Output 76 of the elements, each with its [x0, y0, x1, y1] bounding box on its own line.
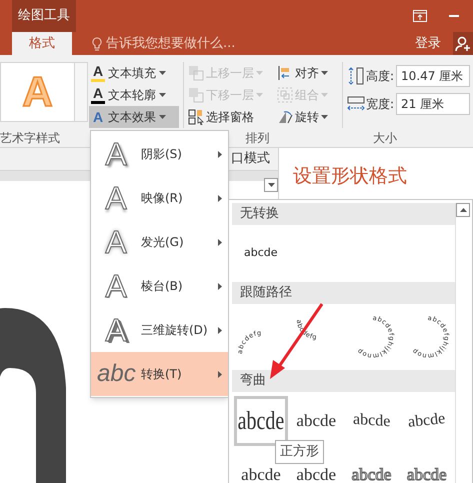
menu-item[interactable]: A 发光(G) [91, 220, 228, 264]
text-format-button[interactable]: A 文本填充 [89, 62, 179, 84]
size-field[interactable]: 10.47 厘米 [396, 65, 470, 87]
warp-preview[interactable]: abcde [344, 396, 398, 446]
submenu-arrow-icon [218, 282, 222, 290]
menu-item[interactable]: A 阴影(S) [91, 132, 228, 176]
letter-icon: A [91, 110, 105, 124]
effect-icon: A [97, 314, 135, 346]
menu-item-label: 阴影(S) [141, 146, 183, 163]
pane-title: 设置形状格式 [293, 165, 407, 187]
effect-icon: A [97, 138, 135, 170]
size-label: 高度: [366, 68, 394, 85]
menu-item[interactable]: abc 转换(T) [91, 352, 228, 396]
add-user-icon [455, 36, 471, 52]
effect-icon: A [97, 226, 135, 258]
submenu-arrow-icon [218, 194, 222, 202]
context-tab-label: 绘图工具 [12, 0, 76, 32]
gallery-scrollbar[interactable] [455, 203, 470, 483]
warp-preview[interactable]: abcde [400, 396, 454, 446]
sign-in-link[interactable]: 登录 [415, 32, 441, 55]
plain-text-preview[interactable]: abcde [244, 241, 292, 266]
effect-icon: abc [97, 362, 135, 386]
menu-item-label: 转换(T) [141, 366, 183, 383]
menu-item-label: 棱台(B) [141, 278, 184, 295]
menu-item-label: 三维旋转(D) [141, 322, 209, 339]
group-label: 大小 [372, 130, 398, 146]
submenu-arrow-icon [218, 326, 222, 334]
arrange-button[interactable]: 旋转 [277, 106, 338, 128]
submenu-arrow-icon [218, 238, 222, 246]
scroll-up-icon [460, 208, 466, 212]
menu-item[interactable]: A 映像(R) [91, 176, 228, 220]
group-label: 排列 [244, 130, 270, 146]
effect-icon: A [97, 182, 135, 214]
caret-icon [159, 93, 166, 97]
share-button[interactable] [453, 32, 473, 55]
view-mode-label: 口模式 [231, 150, 270, 168]
width-icon [347, 95, 365, 113]
caret-icon [268, 183, 274, 187]
caret-icon [321, 93, 328, 97]
warp-preview[interactable]: abcde [400, 450, 454, 483]
menu-item[interactable]: A 三维旋转(D) [91, 308, 228, 352]
caret-icon [159, 71, 166, 75]
restore-window-icon[interactable] [413, 10, 427, 22]
submenu-arrow-icon [218, 150, 222, 158]
caret-icon [159, 115, 166, 119]
arrange-button[interactable]: 对齐 [277, 62, 338, 84]
size-label: 宽度: [366, 96, 394, 113]
rotate-icon [277, 109, 293, 125]
menu-item-label: 发光(G) [141, 234, 185, 251]
group-icon [277, 87, 293, 103]
gallery-scrollbar[interactable] [75, 62, 88, 122]
caret-icon [321, 71, 328, 75]
wordart-style-preview: A [22, 71, 53, 113]
caret-icon [256, 93, 263, 97]
caret-icon [256, 71, 263, 75]
send-backward-icon [188, 87, 204, 103]
gallery-section-header: 弯曲 [232, 370, 455, 392]
warp-preview[interactable]: abcde [344, 450, 398, 483]
text-format-button[interactable]: A 文本轮廓 [89, 84, 179, 106]
arrange-button[interactable]: 选择窗格 [188, 106, 273, 128]
effect-icon: A [97, 270, 135, 302]
submenu-arrow-icon [218, 370, 222, 378]
tooltip: 正方形 [275, 440, 324, 464]
menu-item[interactable]: A 棱台(B) [91, 264, 228, 308]
lightbulb-icon [92, 36, 102, 50]
size-field[interactable]: 21 厘米 [396, 93, 470, 115]
height-icon [347, 67, 365, 85]
bring-forward-icon [188, 65, 204, 81]
gallery-section-header: 跟随路径 [232, 282, 455, 304]
ribbon-tab[interactable]: 格式 [12, 32, 72, 55]
selection-pane-icon [188, 109, 204, 125]
menu-item-label: 映像(R) [141, 190, 184, 207]
caret-icon [321, 115, 328, 119]
group-label: 艺术字样式 [0, 130, 61, 146]
text-format-button[interactable]: A 文本效果 [89, 106, 179, 128]
gallery-section-header: 无转换 [232, 203, 455, 225]
